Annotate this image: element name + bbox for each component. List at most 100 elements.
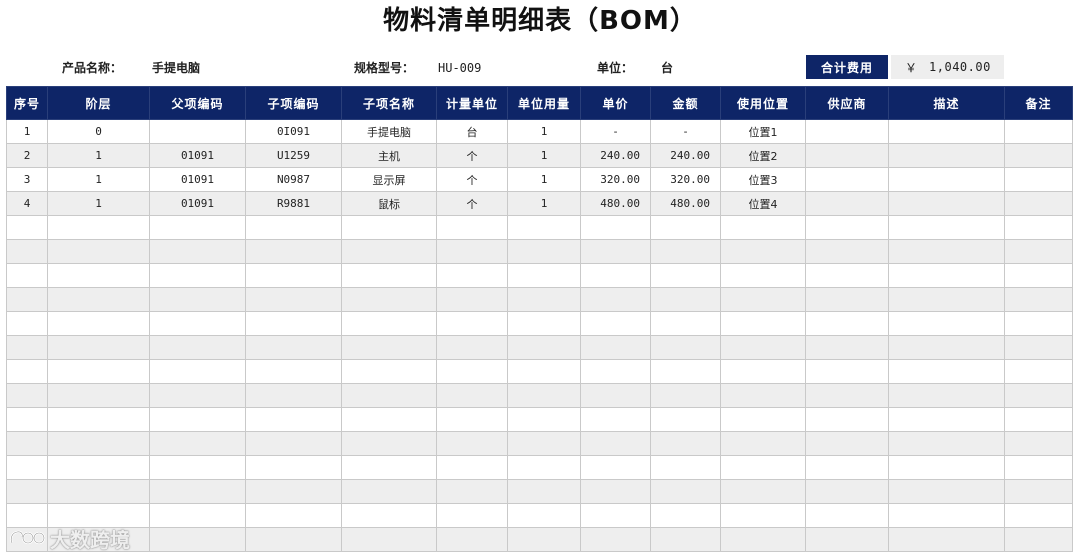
cell-seq[interactable]	[6, 359, 48, 384]
cell-child-name[interactable]: 主机	[341, 143, 437, 168]
cell-unit[interactable]	[436, 479, 508, 504]
cell-parent-code[interactable]	[149, 431, 246, 456]
cell-position[interactable]	[720, 335, 806, 360]
cell-supplier[interactable]	[805, 287, 889, 312]
cell-seq[interactable]	[6, 335, 48, 360]
cell-level[interactable]: 0	[47, 119, 150, 144]
cell-unit[interactable]	[436, 455, 508, 480]
cell-quantity[interactable]	[507, 239, 581, 264]
column-header[interactable]: 子项编码	[245, 86, 342, 120]
cell-seq[interactable]	[6, 287, 48, 312]
cell-child-code[interactable]	[245, 383, 342, 408]
cell-seq[interactable]	[6, 431, 48, 456]
cell-unit-price[interactable]	[580, 239, 651, 264]
cell-level[interactable]	[47, 359, 150, 384]
cell-description[interactable]	[888, 167, 1005, 192]
cell-child-name[interactable]	[341, 311, 437, 336]
cell-position[interactable]: 位置3	[720, 167, 806, 192]
cell-remark[interactable]	[1004, 287, 1073, 312]
cell-remark[interactable]	[1004, 335, 1073, 360]
cell-remark[interactable]	[1004, 359, 1073, 384]
cell-unit-price[interactable]	[580, 359, 651, 384]
cell-remark[interactable]	[1004, 239, 1073, 264]
cell-quantity[interactable]	[507, 527, 581, 552]
cell-child-name[interactable]	[341, 503, 437, 528]
cell-child-name[interactable]	[341, 431, 437, 456]
cell-remark[interactable]	[1004, 143, 1073, 168]
cell-description[interactable]	[888, 215, 1005, 240]
cell-position[interactable]	[720, 479, 806, 504]
cell-description[interactable]	[888, 239, 1005, 264]
cell-quantity[interactable]	[507, 431, 581, 456]
cell-position[interactable]	[720, 407, 806, 432]
cell-remark[interactable]	[1004, 167, 1073, 192]
cell-supplier[interactable]	[805, 215, 889, 240]
column-header[interactable]: 单位用量	[507, 86, 581, 120]
cell-unit-price[interactable]	[580, 383, 651, 408]
cell-supplier[interactable]	[805, 407, 889, 432]
cell-description[interactable]	[888, 527, 1005, 552]
cell-quantity[interactable]: 1	[507, 119, 581, 144]
cell-quantity[interactable]	[507, 215, 581, 240]
cell-level[interactable]	[47, 311, 150, 336]
cell-unit[interactable]	[436, 431, 508, 456]
cell-supplier[interactable]	[805, 311, 889, 336]
cell-amount[interactable]	[650, 503, 721, 528]
cell-child-code[interactable]	[245, 263, 342, 288]
cell-child-name[interactable]	[341, 455, 437, 480]
cell-amount[interactable]	[650, 455, 721, 480]
cell-seq[interactable]	[6, 263, 48, 288]
cell-child-code[interactable]	[245, 335, 342, 360]
cell-parent-code[interactable]	[149, 335, 246, 360]
cell-description[interactable]	[888, 119, 1005, 144]
cell-seq[interactable]: 2	[6, 143, 48, 168]
cell-seq[interactable]: 1	[6, 119, 48, 144]
cell-quantity[interactable]	[507, 479, 581, 504]
cell-unit-price[interactable]	[580, 431, 651, 456]
cell-supplier[interactable]	[805, 527, 889, 552]
cell-position[interactable]	[720, 431, 806, 456]
cell-supplier[interactable]	[805, 503, 889, 528]
cell-child-code[interactable]	[245, 311, 342, 336]
cell-child-name[interactable]	[341, 527, 437, 552]
cell-child-name[interactable]	[341, 335, 437, 360]
cell-unit[interactable]	[436, 359, 508, 384]
cell-parent-code[interactable]	[149, 311, 246, 336]
cell-supplier[interactable]	[805, 263, 889, 288]
cell-child-name[interactable]	[341, 407, 437, 432]
cell-child-code[interactable]	[245, 503, 342, 528]
cell-amount[interactable]: 240.00	[650, 143, 721, 168]
cell-level[interactable]	[47, 215, 150, 240]
cell-quantity[interactable]	[507, 263, 581, 288]
cell-child-code[interactable]	[245, 239, 342, 264]
cell-parent-code[interactable]	[149, 263, 246, 288]
cell-position[interactable]	[720, 215, 806, 240]
cell-level[interactable]	[47, 239, 150, 264]
cell-amount[interactable]	[650, 215, 721, 240]
cell-unit[interactable]	[436, 263, 508, 288]
cell-parent-code[interactable]	[149, 455, 246, 480]
cell-quantity[interactable]	[507, 287, 581, 312]
cell-parent-code[interactable]	[149, 359, 246, 384]
cell-description[interactable]	[888, 383, 1005, 408]
cell-seq[interactable]	[6, 479, 48, 504]
cell-supplier[interactable]	[805, 239, 889, 264]
cell-quantity[interactable]	[507, 383, 581, 408]
cell-amount[interactable]	[650, 287, 721, 312]
cell-quantity[interactable]	[507, 455, 581, 480]
cell-unit-price[interactable]	[580, 455, 651, 480]
cell-seq[interactable]	[6, 407, 48, 432]
cell-description[interactable]	[888, 263, 1005, 288]
cell-child-code[interactable]: U1259	[245, 143, 342, 168]
cell-child-name[interactable]	[341, 263, 437, 288]
cell-quantity[interactable]: 1	[507, 191, 581, 216]
cell-position[interactable]	[720, 503, 806, 528]
cell-seq[interactable]: 4	[6, 191, 48, 216]
cell-seq[interactable]	[6, 383, 48, 408]
cell-remark[interactable]	[1004, 263, 1073, 288]
cell-supplier[interactable]	[805, 431, 889, 456]
cell-seq[interactable]	[6, 215, 48, 240]
cell-remark[interactable]	[1004, 407, 1073, 432]
cell-remark[interactable]	[1004, 311, 1073, 336]
cell-supplier[interactable]	[805, 455, 889, 480]
